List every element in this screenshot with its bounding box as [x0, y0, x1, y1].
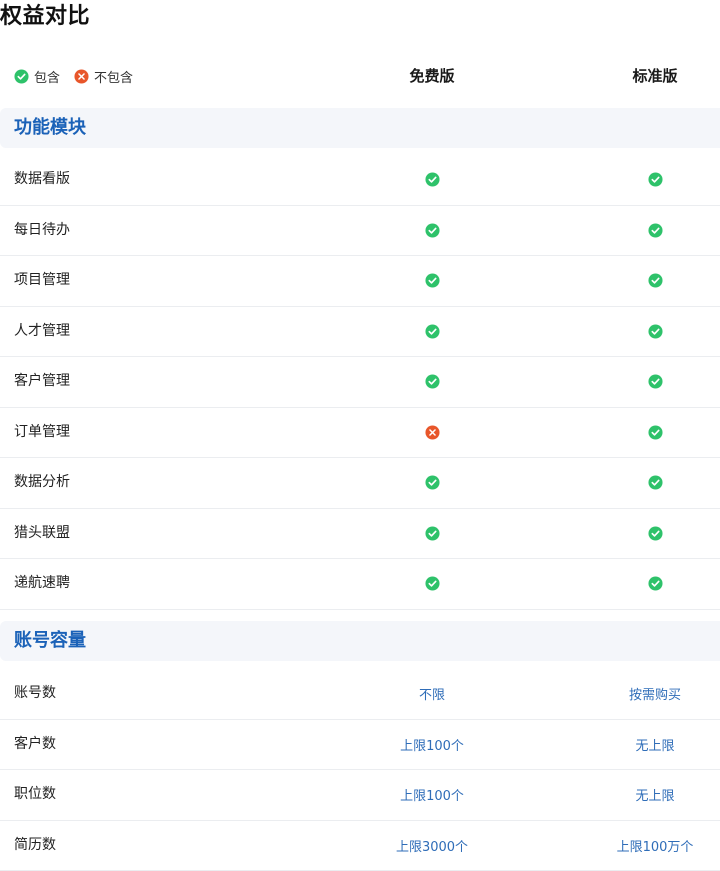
- standard-plan-cell-text: 无上限: [635, 735, 674, 754]
- free-plan-cell: 上限3000个: [352, 821, 512, 871]
- row-label: 订单管理: [14, 408, 70, 458]
- check-circle-icon: [648, 425, 663, 440]
- check-circle-icon: [14, 69, 29, 84]
- column-header-free: 免费版: [352, 56, 512, 96]
- check-circle-icon: [648, 374, 663, 389]
- standard-plan-cell: [575, 307, 720, 357]
- check-circle-icon: [648, 273, 663, 288]
- capacity-rows: 账号数不限按需购买客户数上限100个无上限职位数上限100个无上限简历数上限30…: [0, 669, 720, 871]
- standard-plan-cell: [575, 357, 720, 407]
- table-row: 职位数 上限100个 无上限: [0, 770, 720, 821]
- check-circle-icon: [425, 172, 440, 187]
- check-circle-icon: [425, 475, 440, 490]
- row-label: 简历数: [14, 821, 56, 871]
- free-plan-cell: [352, 559, 512, 609]
- legend: 包含 不包含: [14, 56, 147, 96]
- legend-include-label: 包含: [34, 67, 60, 86]
- check-circle-icon: [425, 223, 440, 238]
- check-circle-icon: [425, 526, 440, 541]
- table-row: 客户数 上限100个 无上限: [0, 720, 720, 771]
- section-header-features: 功能模块: [0, 108, 720, 148]
- free-plan-cell: 上限100个: [352, 720, 512, 770]
- row-label: 人才管理: [14, 307, 70, 357]
- column-header-standard: 标准版: [575, 56, 720, 96]
- cross-circle-icon: [425, 425, 440, 440]
- row-label: 数据看版: [14, 155, 70, 205]
- check-circle-icon: [648, 324, 663, 339]
- free-plan-cell: 不限: [352, 669, 512, 719]
- table-row: 递航速聘: [0, 559, 720, 610]
- free-plan-cell: [352, 307, 512, 357]
- legend-exclude-label: 不包含: [94, 67, 133, 86]
- standard-plan-cell: [575, 408, 720, 458]
- free-plan-cell-text: 上限100个: [400, 785, 464, 804]
- feature-rows: 数据看版每日待办项目管理人才管理客户管理订单管理数据分析猎头联盟递航速聘: [0, 155, 720, 610]
- standard-plan-cell-text: 按需购买: [629, 684, 681, 703]
- free-plan-cell: [352, 458, 512, 508]
- standard-plan-cell-text: 上限100万个: [617, 836, 694, 855]
- standard-plan-cell: 按需购买: [575, 669, 720, 719]
- legend-exclude: 不包含: [74, 67, 133, 86]
- free-plan-cell: [352, 509, 512, 559]
- free-plan-cell: [352, 206, 512, 256]
- legend-include: 包含: [14, 67, 60, 86]
- free-plan-cell-text: 不限: [419, 684, 445, 703]
- check-circle-icon: [425, 374, 440, 389]
- table-row: 人才管理: [0, 307, 720, 358]
- standard-plan-cell: [575, 458, 720, 508]
- check-circle-icon: [648, 172, 663, 187]
- standard-plan-cell: 上限100万个: [575, 821, 720, 871]
- page-title: 权益对比: [0, 2, 90, 32]
- standard-plan-cell: [575, 509, 720, 559]
- free-plan-cell: [352, 408, 512, 458]
- row-label: 客户管理: [14, 357, 70, 407]
- table-row: 数据看版: [0, 155, 720, 206]
- table-row: 账号数 不限 按需购买: [0, 669, 720, 720]
- check-circle-icon: [425, 273, 440, 288]
- standard-plan-cell: 无上限: [575, 720, 720, 770]
- check-circle-icon: [425, 324, 440, 339]
- free-plan-cell: [352, 155, 512, 205]
- free-plan-cell-text: 上限3000个: [396, 836, 468, 855]
- check-circle-icon: [648, 223, 663, 238]
- standard-plan-cell: [575, 155, 720, 205]
- row-label: 职位数: [14, 770, 56, 820]
- check-circle-icon: [648, 526, 663, 541]
- table-row: 每日待办: [0, 206, 720, 257]
- cross-circle-icon: [74, 69, 89, 84]
- free-plan-cell: [352, 357, 512, 407]
- free-plan-cell: [352, 256, 512, 306]
- row-label: 递航速聘: [14, 559, 70, 609]
- standard-plan-cell: [575, 256, 720, 306]
- row-label: 客户数: [14, 720, 56, 770]
- section-title: 功能模块: [14, 108, 86, 148]
- check-circle-icon: [425, 576, 440, 591]
- table-row: 项目管理: [0, 256, 720, 307]
- standard-plan-cell-text: 无上限: [635, 785, 674, 804]
- check-circle-icon: [648, 475, 663, 490]
- free-plan-cell: 上限100个: [352, 770, 512, 820]
- table-header: 包含 不包含 免费版 标准版: [0, 56, 720, 96]
- check-circle-icon: [648, 576, 663, 591]
- table-row: 订单管理: [0, 408, 720, 459]
- row-label: 账号数: [14, 669, 56, 719]
- table-row: 客户管理: [0, 357, 720, 408]
- table-row: 数据分析: [0, 458, 720, 509]
- standard-plan-cell: [575, 206, 720, 256]
- section-header-capacity: 账号容量: [0, 621, 720, 661]
- table-row: 猎头联盟: [0, 509, 720, 560]
- standard-plan-cell: 无上限: [575, 770, 720, 820]
- table-row: 简历数 上限3000个 上限100万个: [0, 821, 720, 871]
- row-label: 数据分析: [14, 458, 70, 508]
- row-label: 项目管理: [14, 256, 70, 306]
- free-plan-cell-text: 上限100个: [400, 735, 464, 754]
- row-label: 猎头联盟: [14, 509, 70, 559]
- standard-plan-cell: [575, 559, 720, 609]
- row-label: 每日待办: [14, 206, 70, 256]
- section-title: 账号容量: [14, 621, 86, 661]
